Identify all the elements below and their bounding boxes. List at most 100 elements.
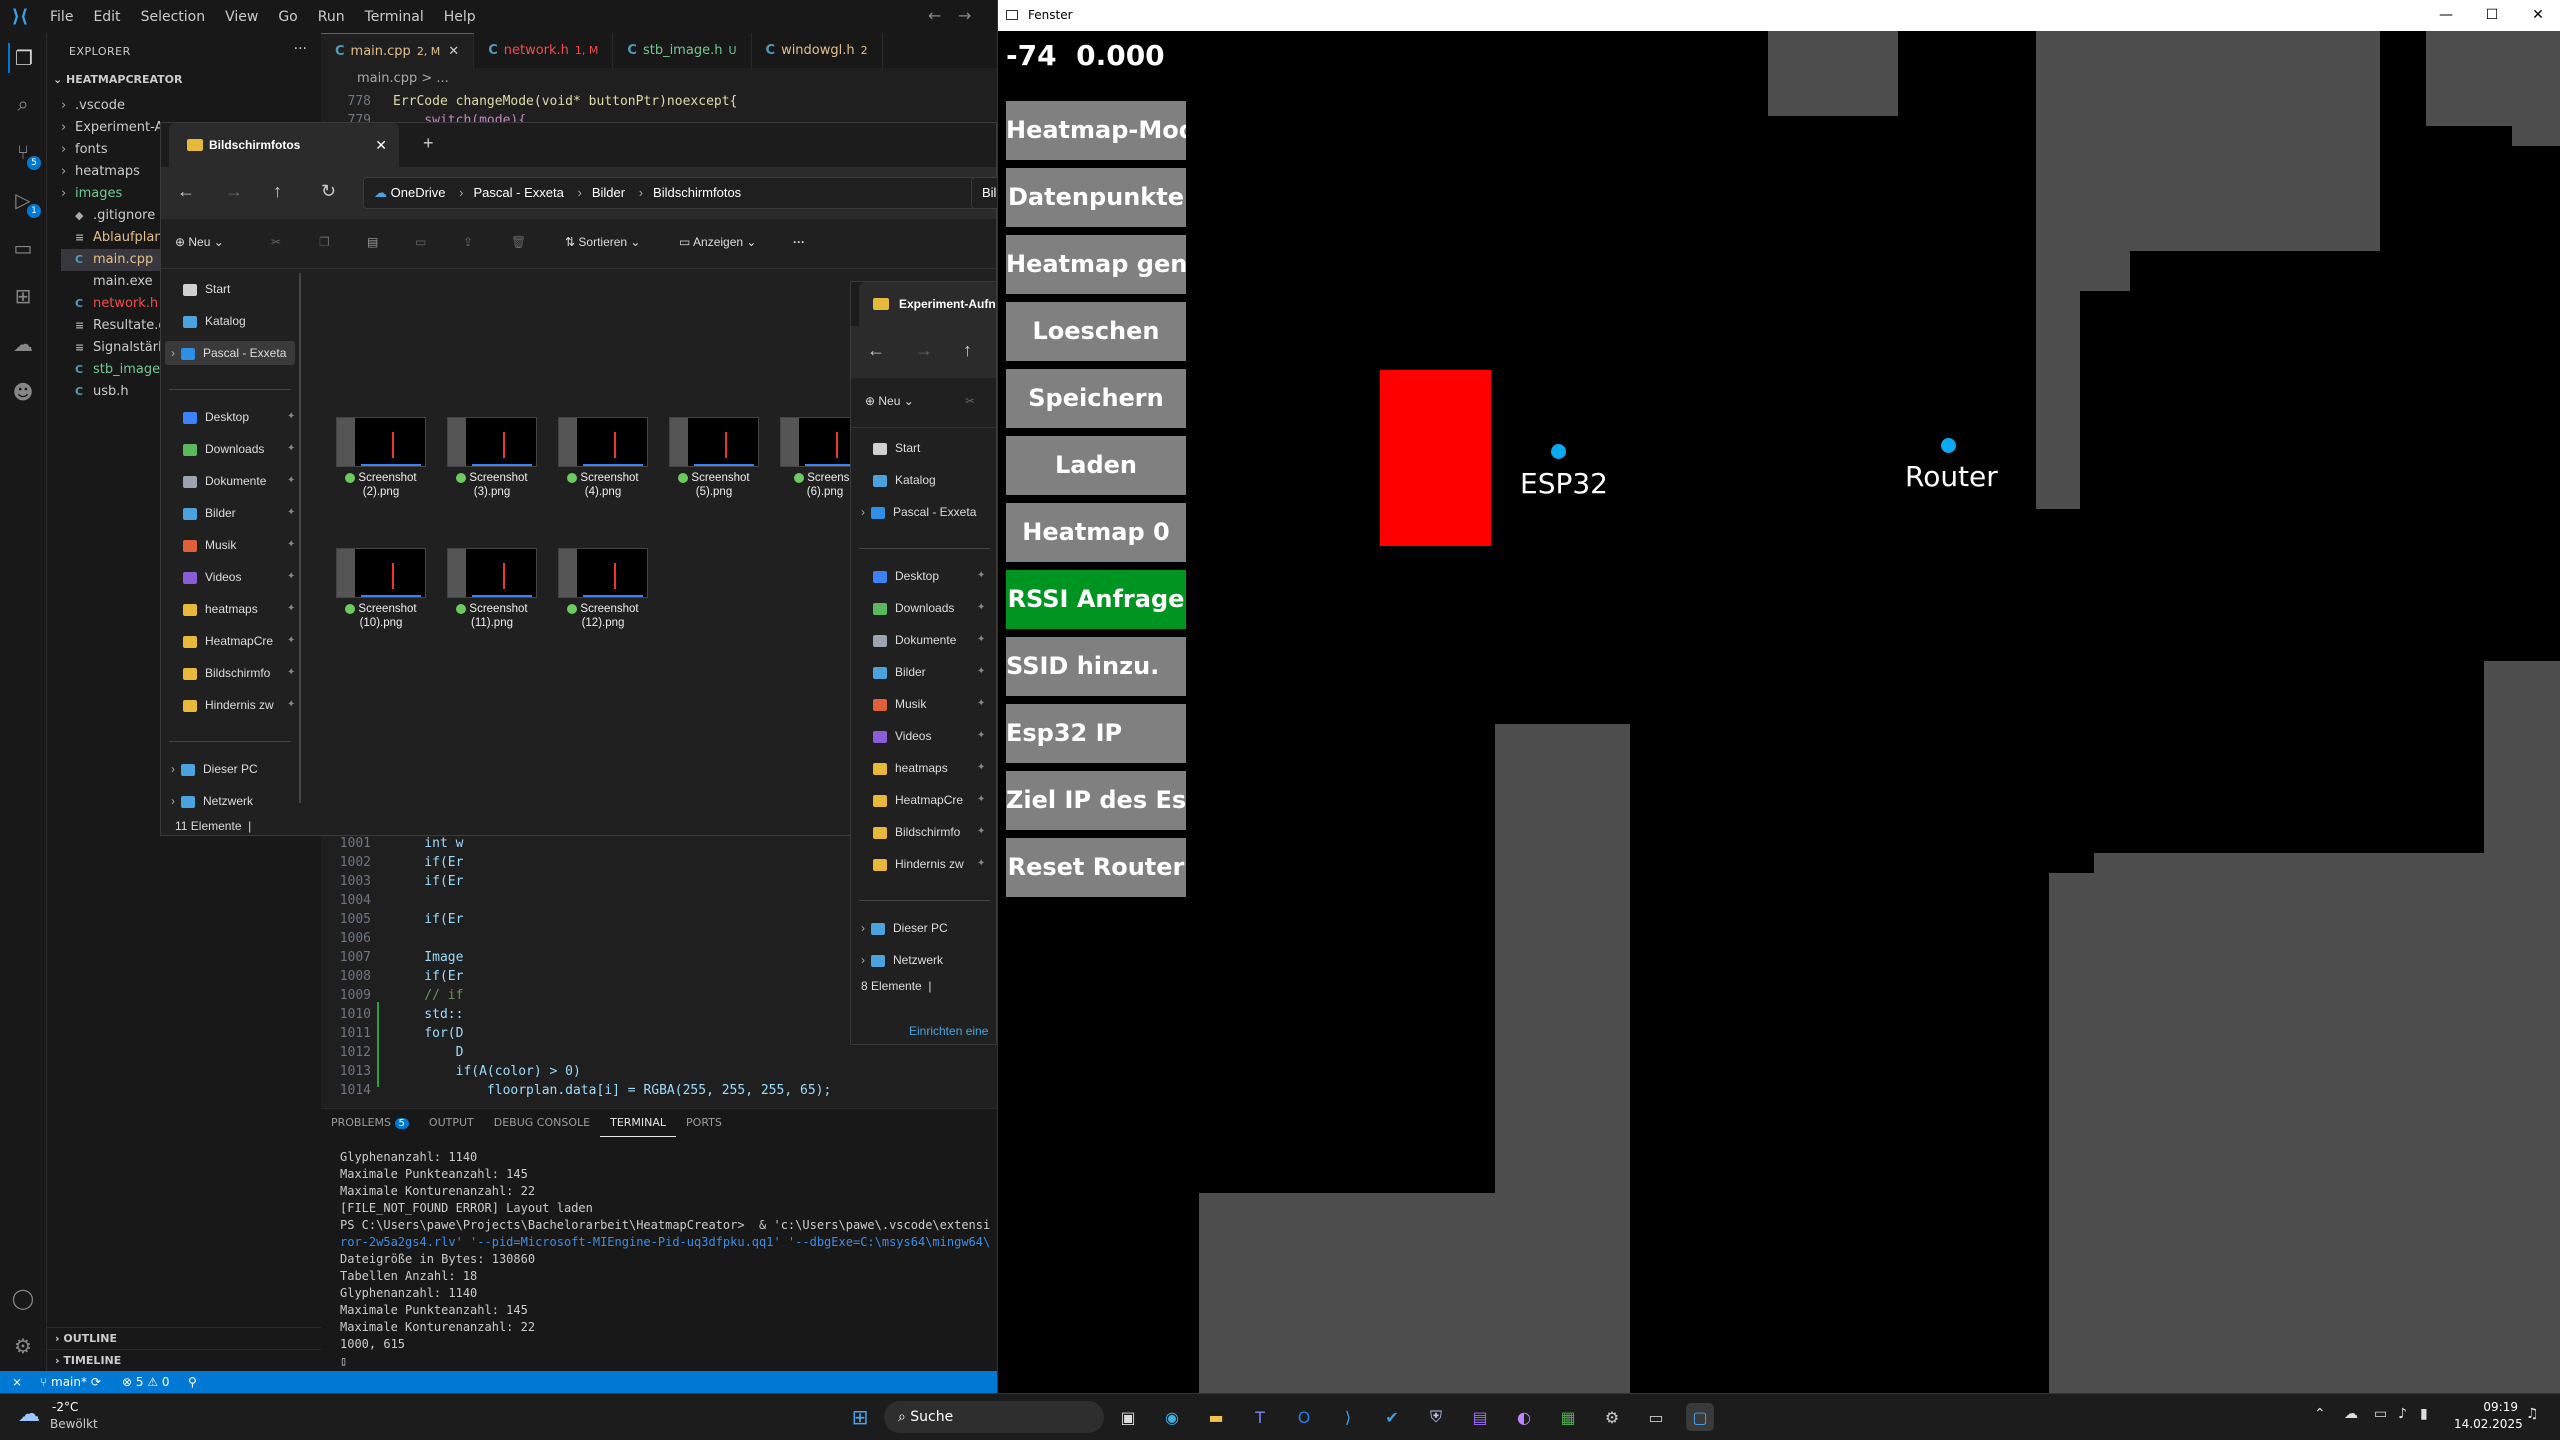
nav-item[interactable]: Desktop ✦: [165, 405, 295, 429]
tree-item[interactable]: › heatmaps: [61, 161, 140, 183]
app-button-rssi-anfrage[interactable]: RSSI Anfrage: [1006, 570, 1186, 629]
up-arrow-icon[interactable]: ↑: [963, 340, 972, 361]
windows-start-icon[interactable]: ⊞: [846, 1403, 874, 1431]
taskbar-search[interactable]: ⌕ Suche: [884, 1401, 1104, 1433]
timeline-section[interactable]: › TIMELINE: [47, 1349, 321, 1371]
tree-item[interactable]: Cnetwork.h: [61, 293, 158, 315]
copilot-icon[interactable]: ☻: [8, 377, 38, 407]
settings-gear-icon[interactable]: ⚙: [8, 1331, 38, 1361]
extensions-icon[interactable]: ⊞: [8, 281, 38, 311]
app-button-ssid-hinzu-[interactable]: SSID hinzu.: [1006, 637, 1186, 696]
teams-icon[interactable]: T: [1246, 1403, 1274, 1431]
clock-time[interactable]: 09:19: [2458, 1400, 2518, 1414]
fe2-tab[interactable]: Experiment-Aufnah: [859, 282, 996, 326]
tab-output[interactable]: OUTPUT: [419, 1109, 484, 1137]
sort-button[interactable]: ⇅ Sortieren ⌄: [565, 235, 640, 249]
nav-item[interactable]: › Dieser PC: [165, 757, 295, 781]
paste-icon[interactable]: ▤: [367, 235, 378, 249]
nav-item[interactable]: Dokumente ✦: [855, 628, 985, 652]
github-icon[interactable]: ◐: [1510, 1403, 1538, 1431]
todo-icon[interactable]: ✔: [1378, 1403, 1406, 1431]
volume-icon[interactable]: ♪: [2398, 1406, 2407, 1422]
refresh-icon[interactable]: ↻: [321, 181, 336, 202]
app-button-loeschen[interactable]: Loeschen: [1006, 302, 1186, 361]
file-explorer-icon[interactable]: ▬: [1202, 1403, 1230, 1431]
back-arrow-icon[interactable]: ←: [867, 340, 885, 361]
more-actions-icon[interactable]: ···: [294, 41, 307, 57]
app-button-heatmap-gen-[interactable]: Heatmap gen.: [1006, 235, 1186, 294]
account-icon[interactable]: ◯: [8, 1283, 38, 1313]
back-arrow-icon[interactable]: ←: [177, 181, 195, 202]
fenster-app-icon[interactable]: ▢: [1686, 1403, 1714, 1431]
rename-icon[interactable]: ▭: [415, 235, 426, 249]
nav-item[interactable]: Desktop ✦: [855, 564, 985, 588]
tab-ports[interactable]: PORTS: [676, 1109, 732, 1137]
tab-debug-console[interactable]: DEBUG CONSOLE: [484, 1109, 600, 1137]
notification-bell-icon[interactable]: ♫: [2526, 1406, 2539, 1422]
new-tab-icon[interactable]: +: [423, 133, 434, 154]
nav-item[interactable]: heatmaps ✦: [165, 597, 295, 621]
task-view-icon[interactable]: ▣: [1114, 1403, 1142, 1431]
file-thumbnail[interactable]: Screenshot (4).png: [558, 417, 648, 499]
tab-main-cpp[interactable]: Cmain.cpp 2, M ✕: [321, 33, 475, 68]
source-control-icon[interactable]: ⑂ 5: [8, 137, 41, 170]
menu-file[interactable]: File: [40, 9, 83, 25]
tab-stb-image-h[interactable]: Cstb_image.h U: [613, 33, 752, 68]
network-tray-icon[interactable]: ▭: [2374, 1406, 2387, 1422]
nav-item[interactable]: Start: [165, 277, 295, 301]
outline-section[interactable]: › OUTLINE: [47, 1327, 321, 1349]
nav-item[interactable]: Videos ✦: [855, 724, 985, 748]
show-hidden-icons[interactable]: ⌃: [2314, 1406, 2326, 1422]
tab-problems[interactable]: PROBLEMS 5: [321, 1109, 419, 1137]
run-debug-icon[interactable]: ▷ 1: [8, 185, 41, 218]
battery-icon[interactable]: ▮: [2420, 1406, 2428, 1422]
nav-item[interactable]: Start: [855, 436, 985, 460]
terminal-icon[interactable]: ▭: [1642, 1403, 1670, 1431]
delete-icon[interactable]: 🗑: [511, 235, 526, 249]
app-button-laden[interactable]: Laden: [1006, 436, 1186, 495]
nav-item[interactable]: HeatmapCre ✦: [165, 629, 295, 653]
file-thumbnail[interactable]: Screenshot (12).png: [558, 548, 648, 630]
app-button-heatmap-mode[interactable]: Heatmap-Mode: [1006, 101, 1186, 160]
app-button-esp32-ip[interactable]: Esp32 IP: [1006, 704, 1186, 763]
clock-date[interactable]: 14.02.2025: [2454, 1417, 2523, 1431]
nav-item[interactable]: › Netzwerk: [165, 789, 295, 813]
cut-icon[interactable]: ✂: [271, 235, 281, 249]
weather-text[interactable]: Bewölkt: [50, 1417, 98, 1431]
tab-terminal[interactable]: TERMINAL: [600, 1109, 677, 1137]
file-thumbnail[interactable]: Screenshot (10).png: [336, 548, 426, 630]
forward-arrow-icon[interactable]: →: [915, 340, 933, 361]
close-tab-icon[interactable]: ✕: [448, 44, 459, 59]
path-bilder[interactable]: Bilder: [592, 185, 625, 200]
twitch-icon[interactable]: ▤: [1466, 1403, 1494, 1431]
cut-icon[interactable]: ✂: [965, 394, 975, 408]
obstacle-rect[interactable]: [1380, 370, 1491, 546]
terminal-output[interactable]: Glyphenanzahl: 1140 Maximale Punkteanzahl…: [340, 1149, 990, 1370]
nav-item[interactable]: heatmaps ✦: [855, 756, 985, 780]
app-button-datenpunkte[interactable]: Datenpunkte: [1006, 168, 1186, 227]
network-app-icon[interactable]: ⛨: [1422, 1403, 1450, 1431]
settings-icon[interactable]: ⚙: [1598, 1403, 1626, 1431]
nav-item[interactable]: › Pascal - Exxeta: [165, 341, 295, 365]
forward-arrow-icon[interactable]: →: [225, 181, 243, 202]
edge-icon[interactable]: ◉: [1158, 1403, 1186, 1431]
app-button-heatmap-0[interactable]: Heatmap 0: [1006, 503, 1186, 562]
nav-item[interactable]: Katalog: [165, 309, 295, 333]
router-point[interactable]: [1941, 438, 1956, 453]
explorer-files-icon[interactable]: ❐: [8, 43, 38, 73]
share-icon[interactable]: ⇪: [463, 235, 473, 249]
nav-item[interactable]: Hindernis zw ✦: [165, 693, 295, 717]
nav-item[interactable]: Katalog: [855, 468, 985, 492]
weather-cloud-icon[interactable]: ☁: [18, 1402, 40, 1427]
forward-arrow-icon[interactable]: →: [958, 6, 971, 25]
onedrive-tray-icon[interactable]: ☁: [2344, 1406, 2358, 1422]
more-options-icon[interactable]: ···: [793, 235, 805, 249]
nav-item[interactable]: Videos ✦: [165, 565, 295, 589]
problems-indicator[interactable]: ⊗ 5 ⚠ 0: [122, 1371, 170, 1393]
esp32-point[interactable]: [1551, 444, 1566, 459]
new-button[interactable]: ⊕ Neu ⌄: [175, 235, 224, 249]
nav-item[interactable]: Musik ✦: [855, 692, 985, 716]
nav-item[interactable]: Bilder ✦: [165, 501, 295, 525]
close-tab-icon[interactable]: ✕: [375, 123, 387, 167]
outlook-icon[interactable]: O: [1290, 1403, 1318, 1431]
